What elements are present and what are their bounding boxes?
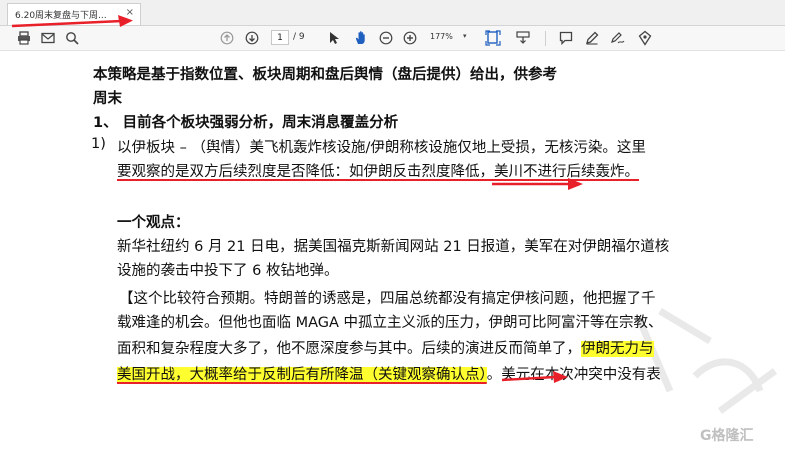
paragraph-line: 面积和复杂程度大多了，他不愿深度参与其中。后续的演进反而简单了，伊朗无力与: [117, 337, 654, 358]
annotation-arrow: [11, 15, 133, 28]
news-line: 新华社纽约 6 月 21 日电，据美国福克斯新闻网站 21 日报道，美军在对伊朗…: [117, 239, 670, 255]
paragraph-line: 载难逢的机会。但他也面临 MAGA 中孤立主义派的压力，伊朗可比阿富汗等在宗教、: [117, 315, 663, 331]
annotation-arrow: [501, 371, 568, 383]
paragraph-line: 美国开战，大概率给于反制后有所降温（关键观察确认点）。美元在本次冲突中没有表: [117, 363, 661, 384]
zoom-out-icon[interactable]: [377, 29, 395, 47]
paragraph-text: 面积和复杂程度大多了，他不愿深度参与其中。后续的演进反而简单了，: [117, 341, 581, 357]
page-down-icon[interactable]: [243, 29, 261, 47]
page-number-input[interactable]: 1: [271, 30, 289, 45]
toolbar-divider: [545, 31, 546, 46]
zoom-level[interactable]: 177%: [430, 32, 453, 41]
cursor-icon[interactable]: [325, 29, 343, 47]
intro-line: 本策略是基于指数位置、板块周期和盘后舆情（盘后提供）给出，供参考: [93, 67, 557, 83]
news-line-continued: 设施的袭击中投下了 6 枚钻地弹。: [117, 263, 339, 279]
sign-icon[interactable]: [609, 29, 627, 47]
email-icon[interactable]: [39, 29, 57, 47]
highlighted-text: 伊朗无力与: [581, 341, 654, 357]
page-total: / 9: [293, 32, 305, 42]
list-item-line: 以伊板块 – （舆情）美飞机轰炸核设施/伊朗称核设施仅地上受损，无核污染。这里: [117, 140, 646, 156]
zoom-dropdown-icon[interactable]: ▾: [463, 32, 467, 40]
document-page: 本策略是基于指数位置、板块周期和盘后舆情（盘后提供）给出，供参考 周末 1、 目…: [0, 51, 785, 444]
fit-page-icon[interactable]: [484, 29, 502, 47]
search-icon[interactable]: [63, 29, 81, 47]
paragraph-line: 【这个比较符合预期。特朗普的诱惑是，四届总统都没有搞定伊核问题，他把握了千: [119, 291, 656, 307]
print-icon[interactable]: [15, 29, 33, 47]
hand-icon[interactable]: [352, 29, 370, 47]
watermark-logo: G格隆汇: [700, 425, 754, 445]
annotation-arrow: [492, 178, 583, 190]
highlighted-underlined-text: 美国开战，大概率给于反制后有所降温（关键观察确认点）: [117, 367, 487, 383]
section-heading: 1、 目前各个板块强弱分析，周末消息覆盖分析: [93, 115, 399, 131]
intro-line-continued: 周末: [93, 91, 122, 107]
comment-icon[interactable]: [557, 29, 575, 47]
zoom-in-icon[interactable]: [401, 29, 419, 47]
watermark-logo-text: G格隆汇: [700, 428, 754, 444]
page-up-icon[interactable]: [218, 29, 236, 47]
list-item-number: 1): [91, 136, 106, 152]
pen-icon[interactable]: [583, 29, 601, 47]
viewpoint-heading: 一个观点：: [117, 215, 190, 231]
stamp-icon[interactable]: [636, 29, 654, 47]
scroll-mode-icon[interactable]: [514, 29, 532, 47]
